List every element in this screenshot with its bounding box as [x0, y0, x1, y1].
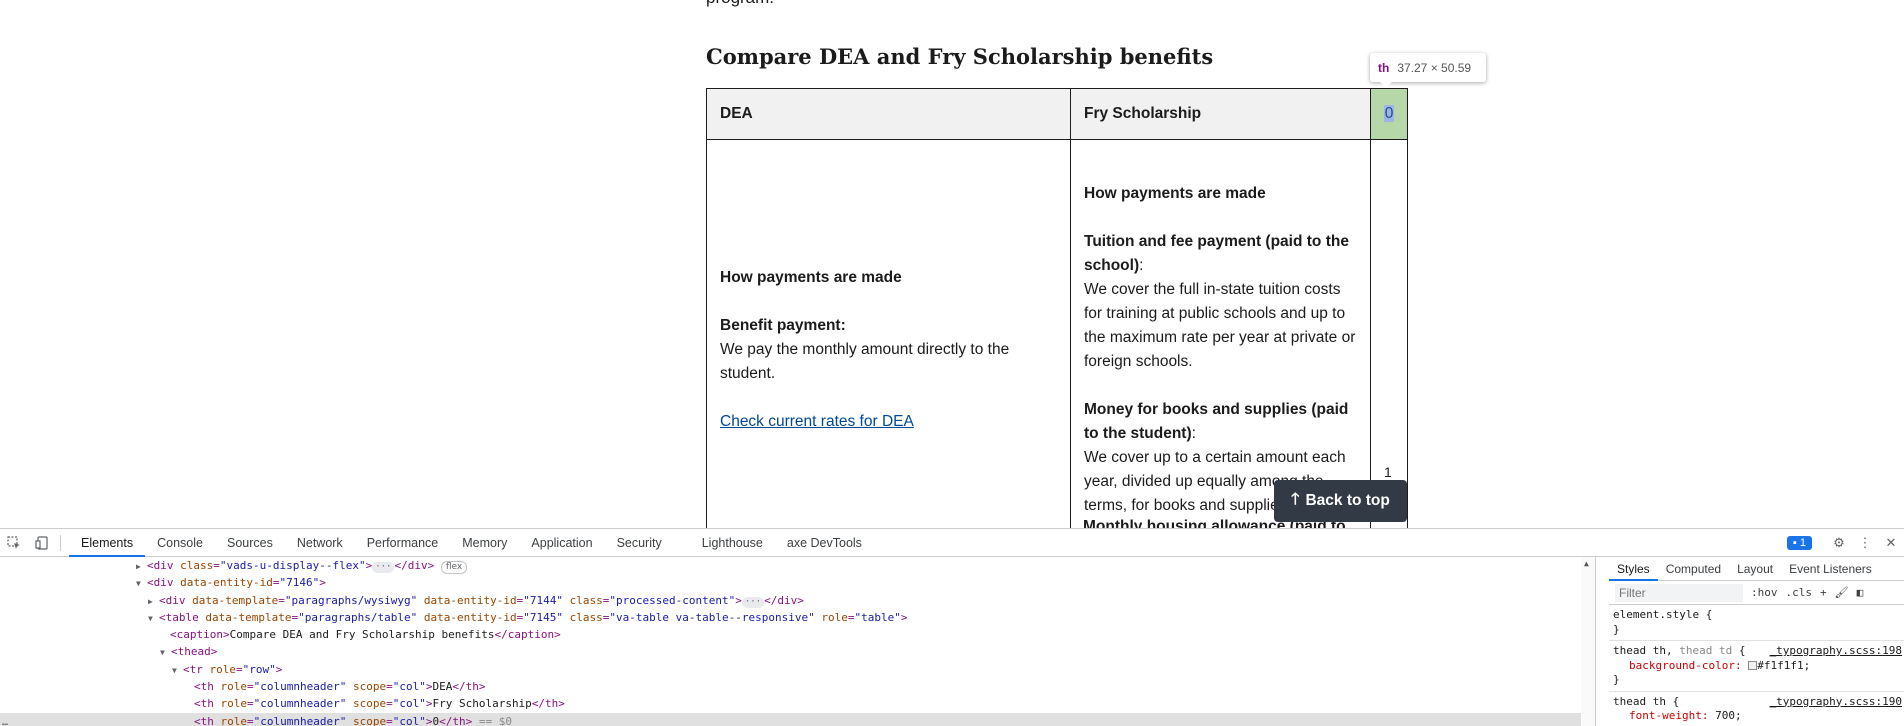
- fry-tuition-colon: :: [1139, 256, 1144, 274]
- fry-tuition-label: Tuition and fee payment (paid to the sch…: [1084, 232, 1349, 274]
- dom-node-div-wysiwyg[interactable]: ▶ <div data-template="paragraphs/wysiwyg"…: [0, 592, 1595, 609]
- fry-heading: How payments are made: [1084, 184, 1266, 202]
- table-header-row: DEA Fry Scholarship 0: [706, 88, 1408, 140]
- devtools-toolbar-right: ▪ 1 ⚙ ⋮ ✕: [1786, 529, 1904, 557]
- message-icon: ▪: [1792, 537, 1800, 549]
- fry-tuition-text: We cover the full in-state tuition costs…: [1084, 280, 1356, 370]
- expand-arrow-icon[interactable]: ▶: [136, 558, 147, 575]
- breadcrumb-ellipsis-icon[interactable]: …: [2, 717, 8, 726]
- collapse-arrow-icon[interactable]: ▼: [148, 610, 159, 627]
- dea-benefit-label: Benefit payment:: [720, 316, 846, 334]
- issues-badge[interactable]: ▪ 1: [1786, 536, 1812, 550]
- dom-node-th-dea[interactable]: <th role="columnheader" scope="col">DEA<…: [0, 678, 1595, 695]
- styles-filter-bar: :hov .cls + 🖌 ◧: [1609, 581, 1904, 605]
- fry-books-label: Money for books and supplies (paid to th…: [1084, 400, 1349, 442]
- table-caption: Compare DEA and Fry Scholarship benefits: [706, 44, 1214, 69]
- dom-node-tr[interactable]: ▼ <tr role="row">: [0, 661, 1595, 678]
- ellipsis-icon[interactable]: ···: [372, 562, 395, 573]
- tab-axe-devtools[interactable]: axe DevTools: [775, 529, 874, 557]
- back-to-top-button[interactable]: 🡑 Back to top: [1274, 480, 1407, 522]
- close-icon[interactable]: ✕: [1878, 529, 1904, 557]
- selected-node-marker: == $0: [478, 714, 512, 726]
- tab-security[interactable]: Security: [605, 529, 674, 557]
- hov-toggle[interactable]: :hov: [1751, 586, 1778, 599]
- style-rule-thead-th-td[interactable]: thead th, thead td { _typography.scss:19…: [1609, 641, 1904, 692]
- cell-dea: How payments are made Benefit payment: W…: [706, 139, 1071, 528]
- collapse-arrow-icon[interactable]: ▼: [160, 644, 171, 661]
- dom-node-div-entity[interactable]: ▼ <div data-entity-id="7146">: [0, 574, 1595, 591]
- expand-arrow-icon[interactable]: ▶: [148, 593, 159, 610]
- page-viewport: program. Compare DEA and Fry Scholarship…: [0, 0, 1904, 528]
- style-rule-element[interactable]: element.style { }: [1609, 605, 1904, 641]
- rule-source-link[interactable]: _typography.scss:198: [1770, 644, 1902, 659]
- dom-scrollbar[interactable]: ▲: [1581, 557, 1595, 726]
- toolbar-divider: [60, 534, 61, 551]
- tab-layout[interactable]: Layout: [1729, 557, 1781, 581]
- inspect-element-icon[interactable]: [0, 529, 28, 557]
- dom-node-table[interactable]: ▼ <table data-template="paragraphs/table"…: [0, 609, 1595, 626]
- color-swatch[interactable]: [1748, 661, 1758, 670]
- table-row: How payments are made Benefit payment: W…: [706, 139, 1408, 528]
- styles-tabs: Styles Computed Layout Event Listeners: [1609, 557, 1904, 581]
- dom-tree[interactable]: ▶ <div class="vads-u-display--flex"> ··· </…: [0, 557, 1596, 726]
- tab-styles[interactable]: Styles: [1609, 557, 1658, 581]
- new-rule-icon[interactable]: +: [1820, 586, 1827, 599]
- fry-books-colon: :: [1191, 424, 1196, 442]
- tooltip-tag: th: [1378, 60, 1390, 75]
- style-rule-thead-th[interactable]: thead th { _typography.scss:190 font-wei…: [1609, 692, 1904, 726]
- tab-sources[interactable]: Sources: [215, 529, 285, 557]
- column-header-number: 0: [1383, 105, 1395, 122]
- tab-network[interactable]: Network: [285, 529, 355, 557]
- tab-elements[interactable]: Elements: [69, 529, 146, 557]
- cell-row-number: 1: [1370, 139, 1408, 528]
- column-header-highlighted[interactable]: 0: [1370, 88, 1408, 140]
- styles-sidebar: Styles Computed Layout Event Listeners :…: [1609, 557, 1904, 726]
- dom-node-th-selected[interactable]: <th role="columnheader" scope="col">0</t…: [0, 712, 1595, 726]
- dea-rates-link[interactable]: Check current rates for DEA: [720, 413, 914, 430]
- dom-node-caption[interactable]: <caption>Compare DEA and Fry Scholarship…: [0, 626, 1595, 643]
- column-header-fry: Fry Scholarship: [1070, 88, 1371, 140]
- paint-icon[interactable]: 🖌: [1835, 586, 1849, 599]
- more-options-icon[interactable]: ⋮: [1852, 529, 1878, 557]
- devtools-toolbar: Elements Console Sources Network Perform…: [0, 529, 1904, 557]
- tab-event-listeners[interactable]: Event Listeners: [1781, 557, 1880, 581]
- back-to-top-label: Back to top: [1305, 492, 1390, 509]
- tooltip-dimensions: 37.27 × 50.59: [1397, 60, 1472, 75]
- comparison-table: DEA Fry Scholarship 0 How payments are m…: [706, 88, 1408, 528]
- previous-paragraph-text: program.: [706, 0, 774, 8]
- cls-toggle[interactable]: .cls: [1786, 586, 1813, 599]
- dom-node-th-fry[interactable]: <th role="columnheader" scope="col">Fry …: [0, 695, 1595, 712]
- devtools-panel: Elements Console Sources Network Perform…: [0, 528, 1904, 726]
- rule-source-link[interactable]: _typography.scss:190: [1770, 695, 1902, 710]
- device-toolbar-icon[interactable]: [28, 529, 56, 557]
- issues-count: 1: [1799, 537, 1806, 549]
- dom-node-div-flex[interactable]: ▶ <div class="vads-u-display--flex"> ··· </…: [0, 557, 1595, 574]
- arrow-up-icon: 🡑: [1291, 490, 1300, 508]
- column-header-dea: DEA: [706, 88, 1071, 140]
- tab-memory[interactable]: Memory: [450, 529, 519, 557]
- tooltip-arrow: [1379, 81, 1393, 88]
- dom-node-thead[interactable]: ▼ <thead>: [0, 643, 1595, 660]
- dea-heading: How payments are made: [720, 268, 902, 286]
- dea-benefit-text: We pay the monthly amount directly to th…: [720, 340, 1010, 382]
- styles-filter-input[interactable]: [1615, 583, 1743, 602]
- scroll-up-arrow-icon[interactable]: ▲: [1584, 559, 1589, 568]
- sidebar-toggle-icon[interactable]: ◧: [1857, 586, 1864, 599]
- tab-console[interactable]: Console: [145, 529, 215, 557]
- tab-performance[interactable]: Performance: [355, 529, 451, 557]
- collapse-arrow-icon[interactable]: ▼: [136, 575, 147, 592]
- inspect-tooltip: th 37.27 × 50.59: [1370, 53, 1486, 82]
- collapse-arrow-icon[interactable]: ▼: [172, 662, 183, 679]
- cell-fry: How payments are made Tuition and fee pa…: [1070, 139, 1371, 528]
- settings-gear-icon[interactable]: ⚙: [1826, 529, 1852, 557]
- tab-application[interactable]: Application: [519, 529, 604, 557]
- tab-computed[interactable]: Computed: [1658, 557, 1729, 581]
- tab-lighthouse[interactable]: Lighthouse: [690, 529, 775, 557]
- ellipsis-icon[interactable]: ···: [741, 596, 765, 608]
- flex-badge[interactable]: flex: [440, 561, 468, 574]
